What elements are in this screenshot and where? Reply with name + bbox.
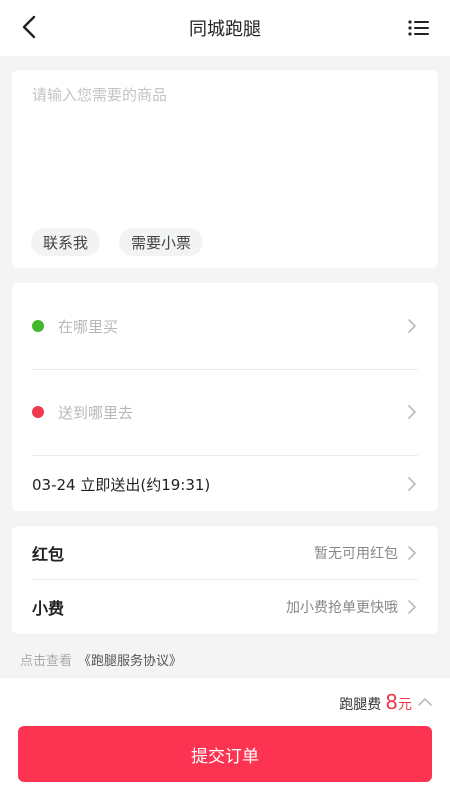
bottom-bar: 跑腿费 8 元 提交订单: [0, 678, 450, 800]
list-menu-icon: [408, 20, 429, 36]
errand-fee-label: 跑腿费: [339, 697, 382, 713]
chevron-up-icon: [418, 698, 432, 706]
send-location-row[interactable]: 送到哪里去: [32, 391, 418, 433]
contact-me-chip[interactable]: 联系我: [31, 228, 101, 256]
errand-fee-unit: 元: [398, 697, 412, 713]
chevron-right-icon: [408, 405, 416, 419]
buy-location-row[interactable]: 在哪里买: [32, 305, 418, 347]
need-receipt-chip-label: 需要小票: [131, 233, 192, 252]
address-card: 在哪里买 送到哪里去 03-24 立即送出(约19:31): [12, 283, 438, 511]
red-packet-row[interactable]: 红包 暂无可用红包: [32, 528, 418, 578]
top-bar: 同城跑腿: [0, 0, 450, 56]
errand-fee-summary[interactable]: 跑腿费 8 元: [339, 690, 432, 714]
need-receipt-chip[interactable]: 需要小票: [119, 228, 204, 256]
agreement-prefix: 点击查看: [20, 654, 73, 669]
page-title: 同城跑腿: [189, 19, 261, 40]
delivery-time-row[interactable]: 03-24 立即送出(约19:31): [32, 463, 418, 505]
chevron-right-icon: [408, 546, 416, 560]
delivery-time-value: 03-24 立即送出(约19:31): [32, 475, 211, 494]
fees-card: 红包 暂无可用红包 小费 加小费抢单更快哦: [12, 526, 438, 634]
service-agreement-link[interactable]: 《跑腿服务协议》: [78, 650, 182, 669]
submit-order-button[interactable]: 提交订单: [18, 726, 432, 782]
contact-me-chip-label: 联系我: [43, 233, 89, 252]
send-location-placeholder: 送到哪里去: [58, 403, 134, 422]
chevron-right-icon: [408, 477, 416, 491]
tip-hint: 加小费抢单更快哦: [286, 600, 398, 616]
red-packet-label: 红包: [32, 545, 65, 564]
agreement-line: 点击查看 《跑腿服务协议》: [20, 650, 182, 669]
goods-input[interactable]: [32, 84, 418, 214]
red-packet-hint: 暂无可用红包: [314, 546, 398, 562]
goods-card: 联系我 需要小票: [12, 70, 438, 268]
menu-button[interactable]: [398, 12, 430, 44]
buy-location-placeholder: 在哪里买: [58, 317, 119, 336]
divider: [32, 579, 418, 580]
chevron-right-icon: [408, 319, 416, 333]
buy-location-dot-icon: [32, 320, 44, 332]
send-location-dot-icon: [32, 406, 44, 418]
tip-label: 小费: [32, 599, 65, 618]
errand-fee-amount: 8: [385, 690, 398, 714]
tip-row[interactable]: 小费 加小费抢单更快哦: [32, 582, 418, 632]
divider: [32, 455, 418, 456]
chevron-left-icon: [22, 15, 36, 39]
back-button[interactable]: [22, 10, 56, 44]
chevron-right-icon: [408, 600, 416, 614]
divider: [32, 369, 418, 370]
